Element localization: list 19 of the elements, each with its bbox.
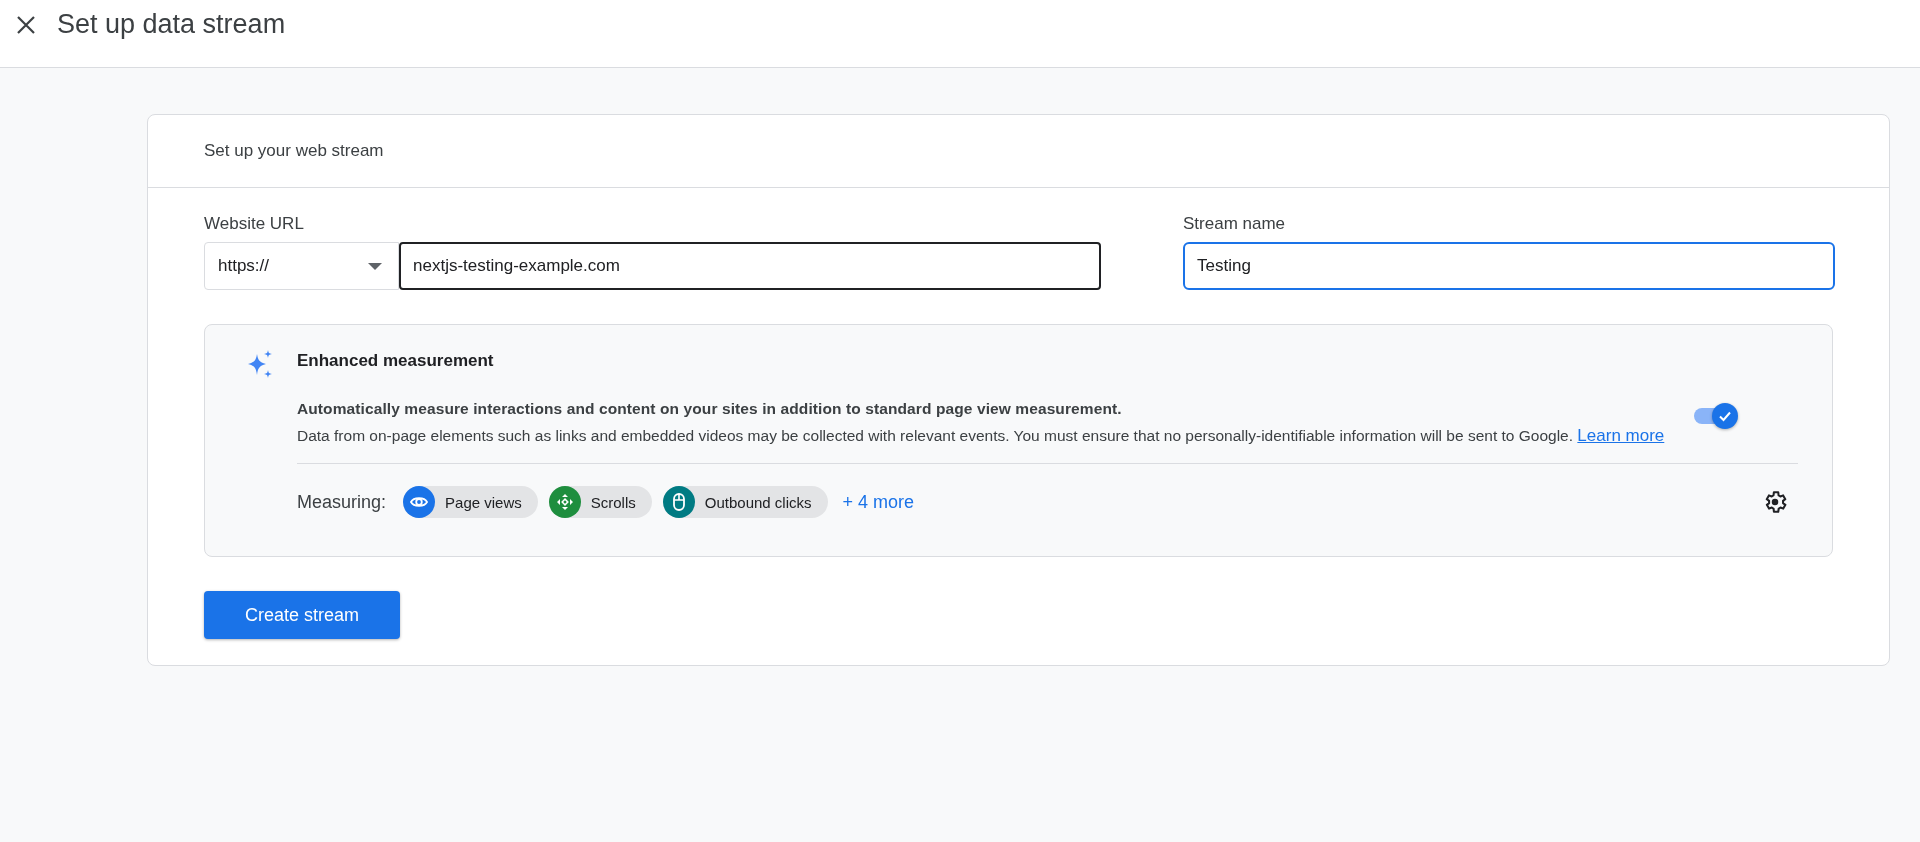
close-button[interactable] [15, 13, 37, 36]
summary-text: Automatically measure interactions and content on your sites in addition to standard page view measurement. [297, 399, 1123, 419]
dropdown-arrow-icon [368, 262, 382, 270]
chip-label: Outbound clicks [704, 493, 812, 511]
more-events-link[interactable]: + 4 more [842, 491, 915, 513]
section-title: Enhanced measurement [297, 351, 495, 371]
card-title: Set up your web stream [148, 115, 1889, 188]
learn-more-link[interactable]: Learn more [1577, 426, 1665, 445]
page-title: Set up data stream [57, 9, 286, 40]
details-text: Data from on-page elements such as links and embedded videos may be collected with relevant events. You must ensure that no personally-identifiable information will be sent to Google. Learn more [297, 425, 1666, 447]
field-label: Stream name [1183, 214, 1287, 234]
protocol-dropdown[interactable]: https:// [204, 242, 399, 290]
url-input-field[interactable]: nextjs-testing-example.com [399, 242, 1101, 290]
create-stream-button[interactable]: Create stream [204, 591, 400, 639]
measuring-label: Measuring: [297, 491, 387, 513]
chip-label: Scrolls [590, 493, 636, 511]
field-label: Website URL [204, 214, 305, 234]
stream-name-field[interactable]: Testing [1183, 242, 1835, 290]
chip-label: Page views [445, 493, 522, 511]
